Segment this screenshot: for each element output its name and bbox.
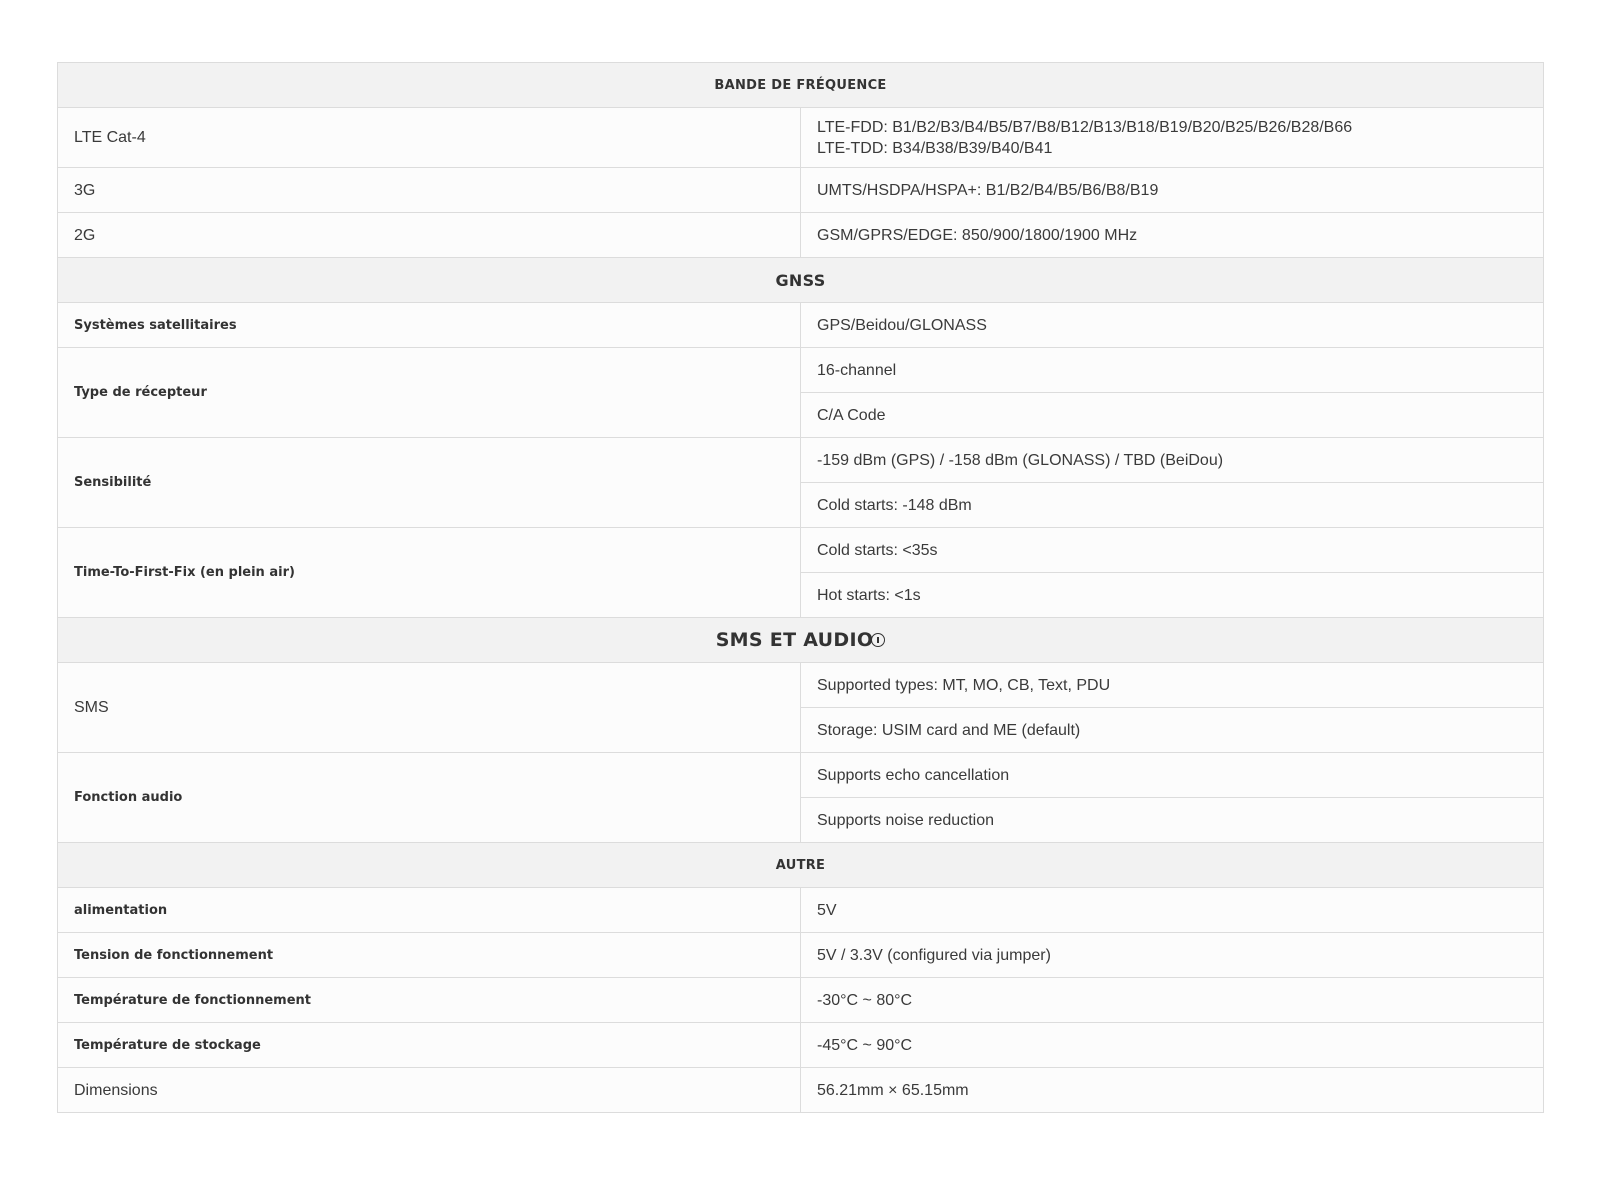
table-row: Time-To-First-Fix (en plein air) Cold st… [57,527,1544,618]
row-label: Température de fonctionnement [57,977,801,1023]
table-row: Type de récepteur 16-channel [57,347,1544,438]
row-value: UMTS/HSDPA/HSPA+: B1/B2/B4/B5/B6/B8/B19 [800,167,1544,213]
row-value: Cold starts: -148 dBm [800,482,1544,528]
row-value: GSM/GPRS/EDGE: 850/900/1800/1900 MHz [800,212,1544,258]
spec-table: BANDE DE FRÉQUENCE LTE Cat-4 LTE-FDD: B1… [57,62,1544,1113]
section-header-other: AUTRE [57,842,1544,888]
info-icon[interactable] [871,632,886,647]
row-value: Supports echo cancellation [800,752,1544,798]
row-label: LTE Cat-4 [57,107,801,168]
section-row-gnss: GNSS [57,257,1544,303]
section-row-other: AUTRE [57,842,1544,888]
table-row: Sensibilité -159 dBm (GPS) / -158 dBm (G… [57,437,1544,528]
row-value: -159 dBm (GPS) / -158 dBm (GLONASS) / TB… [800,437,1544,483]
section-row-sms-audio: SMS ET AUDIO [57,617,1544,663]
row-label: Sensibilité [57,437,801,528]
table-row: Fonction audio Supports echo cancellatio… [57,752,1544,843]
table-row: Température de stockage -45°C ~ 90°C [57,1022,1544,1068]
row-label: SMS [57,662,801,753]
value-line: LTE-FDD: B1/B2/B3/B4/B5/B7/B8/B12/B13/B1… [817,118,1353,136]
row-label: Fonction audio [57,752,801,843]
row-value: 5V / 3.3V (configured via jumper) [800,932,1544,978]
table-row: LTE Cat-4 LTE-FDD: B1/B2/B3/B4/B5/B7/B8/… [57,107,1544,168]
table-row: SMS Supported types: MT, MO, CB, Text, P… [57,662,1544,753]
table-row: Systèmes satellitaires GPS/Beidou/GLONAS… [57,302,1544,348]
value-line: LTE-TDD: B34/B38/B39/B40/B41 [817,139,1053,157]
table-row: 2G GSM/GPRS/EDGE: 850/900/1800/1900 MHz [57,212,1544,258]
row-value: 16-channel [800,347,1544,393]
row-label: alimentation [57,887,801,933]
row-value: GPS/Beidou/GLONASS [800,302,1544,348]
section-header-sms-audio: SMS ET AUDIO [57,617,1544,663]
row-value: C/A Code [800,392,1544,438]
table-row: Dimensions 56.21mm × 65.15mm [57,1067,1544,1113]
row-label: Tension de fonctionnement [57,932,801,978]
row-label: Dimensions [57,1067,801,1113]
row-value: Supported types: MT, MO, CB, Text, PDU [800,662,1544,708]
row-value: -30°C ~ 80°C [800,977,1544,1023]
row-label: Type de récepteur [57,347,801,438]
row-value: Cold starts: <35s [800,527,1544,573]
row-value: Storage: USIM card and ME (default) [800,707,1544,753]
row-label: 3G [57,167,801,213]
table-row: Température de fonctionnement -30°C ~ 80… [57,977,1544,1023]
table-row: Tension de fonctionnement 5V / 3.3V (con… [57,932,1544,978]
row-label: Température de stockage [57,1022,801,1068]
row-value: -45°C ~ 90°C [800,1022,1544,1068]
table-row: alimentation 5V [57,887,1544,933]
section-row-frequency: BANDE DE FRÉQUENCE [57,62,1544,108]
row-value: Hot starts: <1s [800,572,1544,618]
table-row: 3G UMTS/HSDPA/HSPA+: B1/B2/B4/B5/B6/B8/B… [57,167,1544,213]
row-label: Time-To-First-Fix (en plein air) [57,527,801,618]
section-header-gnss: GNSS [57,257,1544,303]
section-header-frequency: BANDE DE FRÉQUENCE [57,62,1544,108]
row-value: 56.21mm × 65.15mm [800,1067,1544,1113]
row-label: 2G [57,212,801,258]
row-value: Supports noise reduction [800,797,1544,843]
row-value: LTE-FDD: B1/B2/B3/B4/B5/B7/B8/B12/B13/B1… [800,107,1544,168]
row-label: Systèmes satellitaires [57,302,801,348]
section-header-sms-audio-text: SMS ET AUDIO [715,628,874,651]
row-value: 5V [800,887,1544,933]
